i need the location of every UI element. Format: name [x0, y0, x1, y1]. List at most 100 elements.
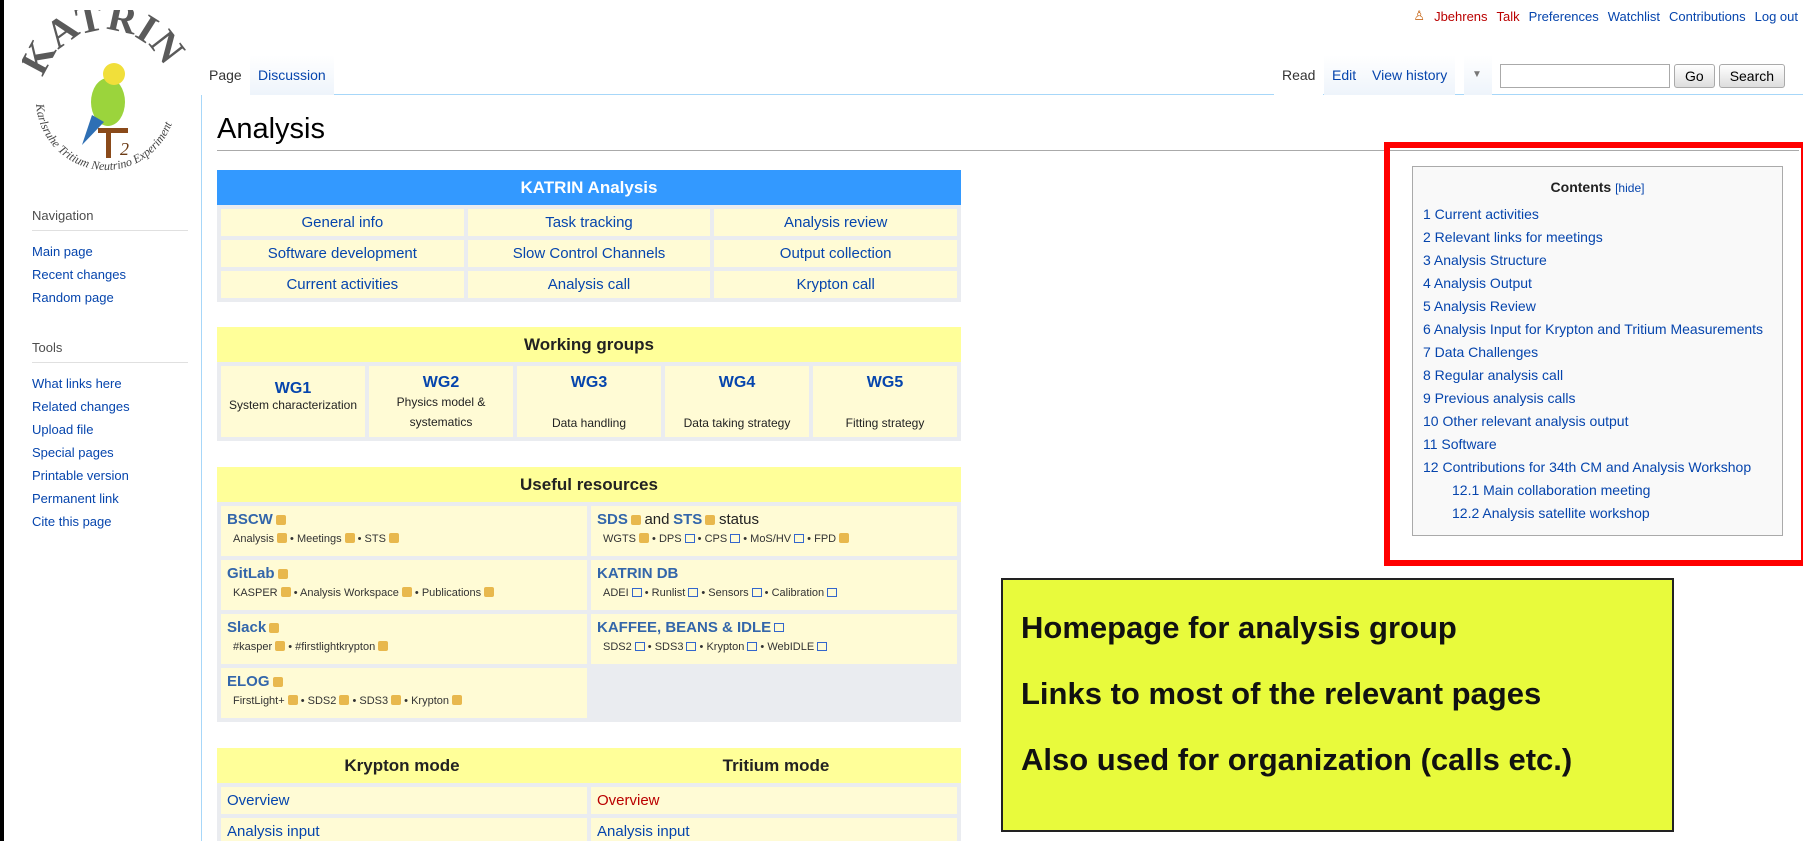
tool-related-changes[interactable]: Related changes [32, 399, 130, 414]
tab-read[interactable]: Read [1274, 55, 1324, 95]
link-current-activities[interactable]: Current activities [221, 271, 464, 298]
bscw-sts-link[interactable]: STS [365, 533, 386, 545]
lock-icon [269, 622, 280, 633]
krypton-analysis-input-link[interactable]: Analysis input [221, 818, 587, 841]
sds-cps-link[interactable]: CPS [705, 533, 728, 545]
link-task-tracking[interactable]: Task tracking [467, 209, 711, 236]
link-analysis-call[interactable]: Analysis call [467, 271, 711, 298]
elog-sds2-link[interactable]: SDS2 [308, 695, 337, 707]
tab-read-label: Read [1282, 67, 1316, 83]
logout-link[interactable]: Log out [1755, 9, 1798, 24]
kaffee-sds2-link[interactable]: SDS2 [603, 641, 632, 653]
kaffee-cell: KAFFEE, BEANS & IDLE SDS2 • SDS3 • Krypt… [591, 614, 957, 664]
lock-icon [705, 514, 716, 525]
krypton-mode-heading: Krypton mode [344, 756, 460, 775]
slack-kasper-link[interactable]: #kasper [233, 641, 272, 653]
lock-icon [839, 533, 850, 544]
gitlab-publications-link[interactable]: Publications [422, 587, 481, 599]
wg3-link[interactable]: WG3 Data handling [517, 366, 661, 437]
nav-recent-changes[interactable]: Recent changes [32, 267, 126, 282]
tool-upload-file[interactable]: Upload file [32, 422, 93, 437]
sds-dps-link[interactable]: DPS [659, 533, 682, 545]
search-bar: Go Search [1500, 64, 1794, 90]
bscw-analysis-link[interactable]: Analysis [233, 533, 274, 545]
db-adei-link[interactable]: ADEI [603, 587, 629, 599]
link-general-info[interactable]: General info [221, 209, 464, 236]
tab-discussion-label: Discussion [258, 67, 326, 83]
wg1-link[interactable]: WG1 System characterization [221, 366, 365, 437]
user-link[interactable]: Jbehrens [1434, 9, 1487, 24]
katrin-logo[interactable]: KATRIN Karlsruhe Tritium Neutrino Experi… [22, 10, 190, 178]
sds-wgts-link[interactable]: WGTS [603, 533, 636, 545]
tab-discussion[interactable]: Discussion [250, 55, 334, 95]
link-krypton-call[interactable]: Krypton call [714, 271, 957, 298]
katrin-db-cell: KATRIN DB ADEI • Runlist • Sensors • Cal… [591, 560, 957, 610]
sds-link[interactable]: SDS [597, 511, 628, 528]
db-calibration-link[interactable]: Calibration [772, 587, 825, 599]
search-input[interactable] [1500, 64, 1670, 88]
elog-cell: ELOG FirstLight+ • SDS2 • SDS3 • Krypton [221, 668, 587, 718]
contributions-link[interactable]: Contributions [1669, 9, 1746, 24]
db-sensors-link[interactable]: Sensors [708, 587, 748, 599]
gitlab-kasper-link[interactable]: KASPER [233, 587, 278, 599]
kaffee-krypton-link[interactable]: Krypton [706, 641, 744, 653]
kaffee-link[interactable]: KAFFEE, BEANS & IDLE [597, 619, 771, 636]
elog-firstlight-link[interactable]: FirstLight+ [233, 695, 285, 707]
lock-icon [280, 587, 291, 598]
tritium-overview-link[interactable]: Overview [591, 787, 957, 814]
katrin-db-link[interactable]: KATRIN DB [597, 565, 678, 582]
link-software-development[interactable]: Software development [221, 240, 464, 267]
sds-fpd-link[interactable]: FPD [814, 533, 836, 545]
elog-link[interactable]: ELOG [227, 673, 270, 690]
go-button[interactable]: Go [1674, 64, 1715, 88]
page-title: Analysis [217, 113, 325, 145]
more-actions-chevron-down-icon[interactable]: ▼ [1464, 55, 1492, 95]
lock-icon [339, 695, 350, 706]
slack-link[interactable]: Slack [227, 619, 266, 636]
tool-printable-version[interactable]: Printable version [32, 468, 129, 483]
sts-link[interactable]: STS [673, 511, 702, 528]
link-output-collection[interactable]: Output collection [714, 240, 957, 267]
lock-icon [275, 514, 286, 525]
link-slow-control-channels[interactable]: Slow Control Channels [467, 240, 711, 267]
bscw-link[interactable]: BSCW [227, 511, 273, 528]
wg2-link[interactable]: WG2 Physics model & systematics [369, 366, 513, 437]
gitlab-link[interactable]: GitLab [227, 565, 275, 582]
wg4-title: WG4 [718, 374, 756, 391]
slack-firstlight-link[interactable]: #firstlightkrypton [295, 641, 375, 653]
gitlab-cell: GitLab KASPER • Analysis Workspace • Pub… [221, 560, 587, 610]
tool-permanent-link[interactable]: Permanent link [32, 491, 119, 506]
krypton-overview-link[interactable]: Overview [221, 787, 587, 814]
talk-link[interactable]: Talk [1497, 9, 1520, 24]
nav-main-page[interactable]: Main page [32, 244, 93, 259]
search-button[interactable]: Search [1718, 64, 1786, 88]
elog-krypton-link[interactable]: Krypton [411, 695, 449, 707]
preferences-link[interactable]: Preferences [1529, 9, 1599, 24]
sds-moshv-link[interactable]: MoS/HV [750, 533, 791, 545]
elog-sds3-link[interactable]: SDS3 [359, 695, 388, 707]
lock-icon [277, 568, 288, 579]
kaffee-webidle-link[interactable]: WebIDLE [767, 641, 814, 653]
tool-cite-this-page[interactable]: Cite this page [32, 514, 112, 529]
wg5-link[interactable]: WG5 Fitting strategy [813, 366, 957, 437]
tool-what-links-here[interactable]: What links here [32, 376, 122, 391]
sds-and-text: and [644, 511, 670, 528]
external-link-icon [684, 533, 695, 543]
tab-page[interactable]: Page [201, 55, 250, 95]
kaffee-sds3-link[interactable]: SDS3 [655, 641, 684, 653]
link-analysis-review[interactable]: Analysis review [714, 209, 957, 236]
sds-cell: SDS and STS status WGTS • DPS • CPS • Mo… [591, 506, 957, 556]
tab-edit[interactable]: Edit [1324, 55, 1365, 95]
wg4-link[interactable]: WG4 Data taking strategy [665, 366, 809, 437]
lock-icon [272, 676, 283, 687]
gitlab-workspace-link[interactable]: Analysis Workspace [300, 587, 399, 599]
tab-view-history[interactable]: View history [1364, 55, 1456, 95]
tool-special-pages[interactable]: Special pages [32, 445, 114, 460]
nav-random-page[interactable]: Random page [32, 290, 114, 305]
wg3-title: WG3 [570, 374, 608, 391]
watchlist-link[interactable]: Watchlist [1608, 9, 1660, 24]
tritium-analysis-input-link[interactable]: Analysis input [591, 818, 957, 841]
db-runlist-link[interactable]: Runlist [652, 587, 686, 599]
bscw-meetings-link[interactable]: Meetings [297, 533, 342, 545]
slack-cell: Slack #kasper • #firstlightkrypton [221, 614, 587, 664]
